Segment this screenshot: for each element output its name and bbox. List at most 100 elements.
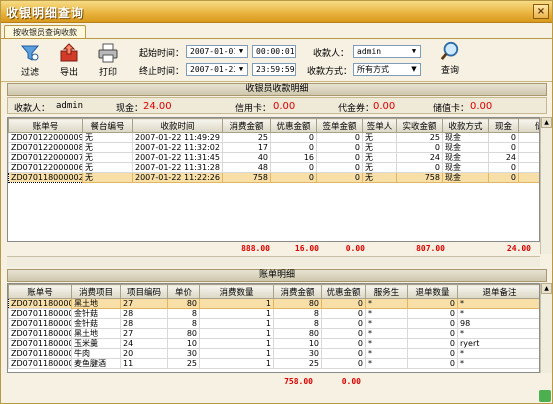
method-select[interactable]: 所有方式 ▼ bbox=[353, 63, 421, 76]
table-row[interactable]: ZD070118000002玉米羹24101100*0ryert bbox=[8, 338, 539, 349]
column-header[interactable]: 优惠金额 bbox=[321, 284, 366, 299]
bill-total-discount: 0.00 bbox=[341, 377, 361, 386]
end-time-field[interactable]: 23:59:59 bbox=[252, 63, 296, 76]
table-cell: 20 bbox=[120, 348, 168, 359]
bills-scrollbar[interactable]: ▲ bbox=[540, 283, 552, 373]
filter-button[interactable]: 过滤 bbox=[15, 43, 45, 78]
table-row[interactable]: ZD070118000002黑土地27801800*0* bbox=[8, 328, 539, 339]
table-row[interactable]: ZD070122000009 无 2007-01-22 11:49:29 25 0 0 无 2… bbox=[8, 132, 539, 143]
scroll-up-icon[interactable]: ▲ bbox=[541, 283, 552, 294]
column-header[interactable]: 现金 bbox=[488, 118, 519, 133]
column-header[interactable]: 实收金额 bbox=[396, 118, 443, 133]
bills-header-row: 账单号 消费项目 项目编码 单价 消费数量 消费金额 优惠金额 服务生 退单数量 退单备注 bbox=[8, 284, 539, 299]
column-header[interactable]: 项目编码 bbox=[120, 284, 168, 299]
scroll-up-icon[interactable]: ▲ bbox=[541, 117, 552, 128]
table-cell: 1 bbox=[199, 328, 274, 339]
table-cell: 0 bbox=[488, 162, 519, 173]
print-button[interactable]: 打印 bbox=[93, 43, 123, 78]
column-header[interactable]: 收款方式 bbox=[442, 118, 489, 133]
table-cell: ZD070118000002 bbox=[8, 318, 72, 329]
receipts-grid[interactable]: 账单号餐台编号收款时间消费金额优惠金额签单金额签单人实收金额收款方式现金储值 Z… bbox=[7, 117, 540, 242]
receipt-summary: 收款人： admin 现金： 24.00 信用卡： 0.00 代金券： 0.00… bbox=[7, 97, 547, 114]
table-row[interactable]: ZD070122000006 无 2007-01-22 11:31:28 48 0 0 无 0… bbox=[8, 162, 539, 173]
column-header[interactable]: 储值 bbox=[518, 118, 539, 133]
start-time-field[interactable]: 00:00:01 bbox=[252, 45, 296, 58]
table-cell: 牛肉 bbox=[71, 348, 121, 359]
table-cell: 27 bbox=[120, 298, 168, 309]
summary-voucher-label: 代金券： bbox=[338, 104, 375, 114]
receipts-header-row: 账单号餐台编号收款时间消费金额优惠金额签单金额签单人实收金额收款方式现金储值 bbox=[8, 118, 539, 133]
table-cell: 0 bbox=[316, 162, 363, 173]
column-header[interactable]: 餐台编号 bbox=[82, 118, 133, 133]
table-row[interactable]: ZD070118000002 无 2007-01-22 11:22:26 758 0 0 无… bbox=[8, 172, 539, 183]
toolbar-divider bbox=[1, 81, 552, 82]
table-cell: 0 bbox=[321, 318, 366, 329]
table-row[interactable]: ZD070118000002金针菇288180*098 bbox=[8, 318, 539, 329]
export-label: 导出 bbox=[59, 68, 78, 78]
end-date-value: 2007-01-23 bbox=[190, 65, 239, 74]
table-cell: 8 bbox=[273, 308, 322, 319]
column-header[interactable]: 账单号 bbox=[8, 284, 72, 299]
table-cell: 现金 bbox=[442, 142, 489, 153]
receipts-totals: 888.00 16.00 0.00 807.00 24.00 bbox=[7, 242, 540, 256]
column-header[interactable]: 消费数量 bbox=[199, 284, 274, 299]
export-button[interactable]: 导出 bbox=[54, 43, 84, 78]
column-header[interactable]: 退单备注 bbox=[457, 284, 539, 299]
table-cell: 0 bbox=[321, 328, 366, 339]
column-header[interactable]: 账单号 bbox=[8, 118, 83, 133]
column-header[interactable]: 优惠金额 bbox=[270, 118, 317, 133]
table-cell: 现金 bbox=[442, 172, 489, 183]
table-cell: 0 bbox=[316, 172, 363, 183]
chevron-down-icon[interactable]: ▼ bbox=[408, 64, 420, 75]
receipts-scrollbar[interactable]: ▲ bbox=[540, 117, 552, 254]
column-header[interactable]: 消费金额 bbox=[273, 284, 322, 299]
column-header[interactable]: 消费项目 bbox=[71, 284, 121, 299]
table-cell: 40 bbox=[222, 152, 271, 163]
filter-label: 过滤 bbox=[20, 68, 39, 78]
total-discount: 16.00 bbox=[294, 244, 319, 253]
column-header[interactable]: 收款时间 bbox=[132, 118, 223, 133]
receipt-section-title: 收银员收款明细 bbox=[7, 83, 547, 96]
export-icon bbox=[60, 43, 78, 62]
table-cell: 0 bbox=[321, 308, 366, 319]
cashier-select[interactable]: admin ▼ bbox=[353, 45, 421, 58]
table-row[interactable]: ZD070118000002麦鱼腱酒11251250*0* bbox=[8, 358, 539, 369]
end-date-field[interactable]: 2007-01-23 ▼ bbox=[186, 63, 248, 76]
bills-grid[interactable]: 账单号 消费项目 项目编码 单价 消费数量 消费金额 优惠金额 服务生 退单数量 退单备注 ZD0… bbox=[7, 283, 540, 373]
column-header[interactable]: 单价 bbox=[167, 284, 200, 299]
table-cell: 80 bbox=[273, 328, 322, 339]
table-cell: 24 bbox=[396, 152, 443, 163]
summary-card-label: 信用卡： bbox=[235, 104, 272, 114]
table-cell: 0 bbox=[321, 298, 366, 309]
table-cell: 1 bbox=[199, 318, 274, 329]
table-cell: 2007-01-22 11:32:02 bbox=[132, 142, 223, 153]
toolbar: 过滤 导出 打印 起始时间： 2007-01-01 ▼ 00:00:01 终止时间… bbox=[1, 39, 552, 81]
table-row[interactable]: ZD070122000008 无 2007-01-22 11:32:02 17 0 0 无 0… bbox=[8, 142, 539, 153]
start-time-label: 起始时间： bbox=[139, 49, 185, 59]
resize-grip-icon[interactable] bbox=[539, 390, 551, 402]
column-header[interactable]: 签单金额 bbox=[316, 118, 363, 133]
table-cell: 1 bbox=[199, 348, 274, 359]
table-row[interactable]: ZD070118000002金针菇288180*0* bbox=[8, 308, 539, 319]
table-row[interactable]: ZD070118000002黑土地27801800*0* bbox=[8, 298, 539, 309]
query-button[interactable]: 查询 bbox=[435, 41, 465, 76]
column-header[interactable]: 退单数量 bbox=[407, 284, 458, 299]
table-cell: 1 bbox=[199, 358, 274, 369]
table-cell: 0 bbox=[396, 162, 443, 173]
table-row[interactable]: ZD070122000007 无 2007-01-22 11:31:45 40 16 0 无… bbox=[8, 152, 539, 163]
column-header[interactable]: 签单人 bbox=[362, 118, 397, 133]
method-select-value: 所有方式 bbox=[357, 65, 389, 74]
chevron-down-icon[interactable]: ▼ bbox=[235, 46, 247, 57]
start-date-field[interactable]: 2007-01-01 ▼ bbox=[186, 45, 248, 58]
chevron-down-icon[interactable]: ▼ bbox=[235, 64, 247, 75]
close-button[interactable]: × bbox=[533, 4, 549, 19]
table-cell: 28 bbox=[120, 308, 168, 319]
tab-cashier-query[interactable]: 按收银员查询收款 bbox=[4, 25, 86, 39]
print-label: 打印 bbox=[98, 68, 117, 78]
receipts-hscroll[interactable] bbox=[7, 256, 540, 267]
column-header[interactable]: 服务生 bbox=[365, 284, 408, 299]
chevron-down-icon[interactable]: ▼ bbox=[408, 46, 420, 57]
table-row[interactable]: ZD070118000002牛肉20301300*0* bbox=[8, 348, 539, 359]
column-header[interactable]: 消费金额 bbox=[222, 118, 271, 133]
summary-cash-value: 24.00 bbox=[143, 101, 172, 112]
